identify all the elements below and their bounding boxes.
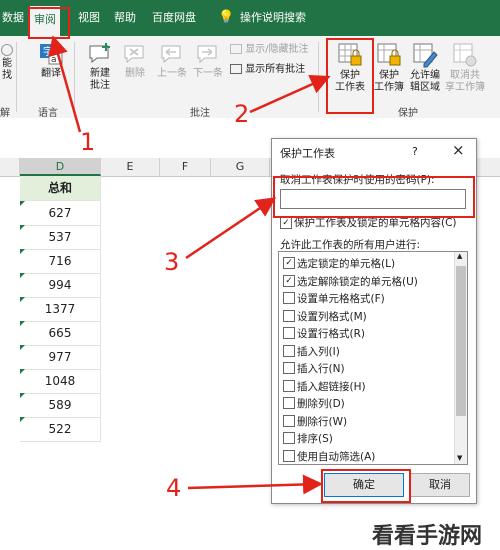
arrow-4 xyxy=(187,474,323,495)
arrow-3 xyxy=(185,197,277,260)
step-number-4: 4 xyxy=(166,474,182,502)
arrow-1 xyxy=(48,35,82,133)
step-number-3: 3 xyxy=(164,248,180,276)
watermark: 看看手游网 xyxy=(372,524,483,549)
step-number-2: 2 xyxy=(234,100,250,128)
arrow-2 xyxy=(249,74,331,114)
step-number-1: 1 xyxy=(80,128,96,156)
annotation-arrows xyxy=(48,35,331,495)
